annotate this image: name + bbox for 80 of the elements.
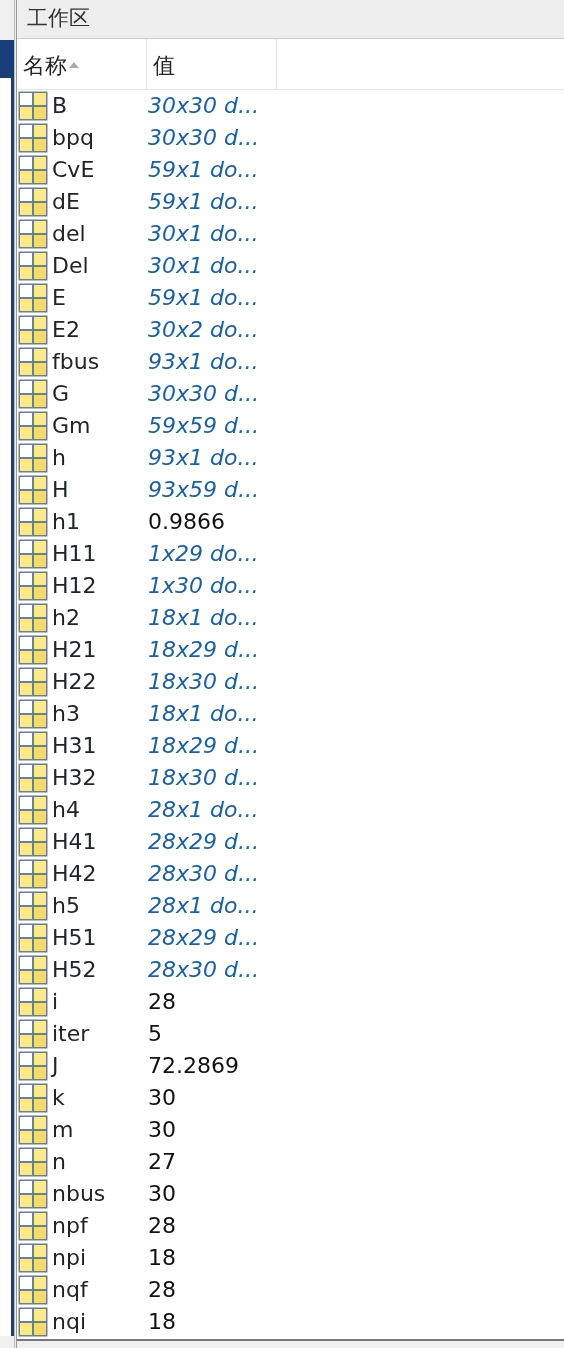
variable-value: 30x1 do...	[148, 223, 259, 245]
variable-value: 93x1 do...	[148, 447, 259, 469]
variable-value: 0.9866	[148, 511, 225, 533]
variable-name[interactable]: h1	[52, 511, 148, 533]
variable-name[interactable]: npi	[52, 1247, 148, 1269]
variable-name[interactable]: H51	[52, 927, 148, 949]
variable-value: 18x30 d...	[148, 767, 259, 789]
variable-name[interactable]: bpq	[52, 127, 148, 149]
variable-value: 30x30 d...	[148, 95, 259, 117]
variable-value: 18x29 d...	[148, 735, 259, 757]
variable-name[interactable]: E	[52, 287, 148, 309]
variable-name[interactable]: H22	[52, 671, 148, 693]
variable-value: 28x30 d...	[148, 959, 259, 981]
variable-name[interactable]: h4	[52, 799, 148, 821]
variable-name[interactable]: H11	[52, 543, 148, 565]
variable-name[interactable]: h5	[52, 895, 148, 917]
variable-value: 5	[148, 1023, 162, 1045]
variable-name[interactable]: G	[52, 383, 148, 405]
variable-value: 93x1 do...	[148, 351, 259, 373]
variable-value: 1x30 do...	[148, 575, 259, 597]
variable-value: 72.2869	[148, 1055, 239, 1077]
variable-name[interactable]: m	[52, 1119, 148, 1141]
variable-name[interactable]: iter	[52, 1023, 148, 1045]
variable-value: 18x1 do...	[148, 703, 259, 725]
variable-value: 30x2 do...	[148, 319, 259, 341]
variable-value: 28x30 d...	[148, 863, 259, 885]
variable-value: 28x1 do...	[148, 799, 259, 821]
variable-name[interactable]: n	[52, 1151, 148, 1173]
variable-name[interactable]: h	[52, 447, 148, 469]
column-header[interactable]: 名称	[23, 49, 67, 82]
variable-name[interactable]: H42	[52, 863, 148, 885]
variable-value: 28x1 do...	[148, 895, 259, 917]
variable-name[interactable]: H41	[52, 831, 148, 853]
variable-name[interactable]: dE	[52, 191, 148, 213]
variable-name[interactable]: del	[52, 223, 148, 245]
variable-value: 59x1 do...	[148, 191, 259, 213]
variable-name[interactable]: B	[52, 95, 148, 117]
variable-value: 1x29 do...	[148, 543, 259, 565]
variable-value: 30	[148, 1087, 176, 1109]
variable-name[interactable]: i	[52, 991, 148, 1013]
variable-value: 59x1 do...	[148, 287, 259, 309]
variable-value: 28x29 d...	[148, 831, 259, 853]
variable-name[interactable]: H12	[52, 575, 148, 597]
variable-value: 30x1 do...	[148, 255, 259, 277]
variable-value: 18x1 do...	[148, 607, 259, 629]
variable-name[interactable]: k	[52, 1087, 148, 1109]
variable-value: 30	[148, 1119, 176, 1141]
variable-name[interactable]: nqf	[52, 1279, 148, 1301]
column-header[interactable]: 值	[153, 49, 175, 82]
variable-value: 30x30 d...	[148, 383, 259, 405]
variable-value: 28	[148, 991, 176, 1013]
variable-name[interactable]: nqi	[52, 1311, 148, 1333]
variable-value: 28	[148, 1279, 176, 1301]
variable-value: 59x59 d...	[148, 415, 259, 437]
variable-value: 18x30 d...	[148, 671, 259, 693]
variable-value: 18x29 d...	[148, 639, 259, 661]
variable-value: 18	[148, 1311, 176, 1333]
variable-name[interactable]: CvE	[52, 159, 148, 181]
variable-name[interactable]: fbus	[52, 351, 148, 373]
variable-name[interactable]: Del	[52, 255, 148, 277]
variable-name[interactable]: Gm	[52, 415, 148, 437]
variable-name[interactable]: H	[52, 479, 148, 501]
variable-name[interactable]: J	[52, 1055, 148, 1077]
variable-name[interactable]: E2	[52, 319, 148, 341]
variable-name[interactable]: h2	[52, 607, 148, 629]
variable-name[interactable]: H21	[52, 639, 148, 661]
variable-name[interactable]: h3	[52, 703, 148, 725]
variable-name[interactable]: H31	[52, 735, 148, 757]
variable-value: 59x1 do...	[148, 159, 259, 181]
variable-name[interactable]: H52	[52, 959, 148, 981]
variable-value: 28x29 d...	[148, 927, 259, 949]
variable-value: 30	[148, 1183, 176, 1205]
variable-value: 30x30 d...	[148, 127, 259, 149]
variable-value: 27	[148, 1151, 176, 1173]
variable-value: 28	[148, 1215, 176, 1237]
variable-name[interactable]: npf	[52, 1215, 148, 1237]
variable-value: 18	[148, 1247, 176, 1269]
variable-name[interactable]: nbus	[52, 1183, 148, 1205]
variable-name[interactable]: H32	[52, 767, 148, 789]
variable-value: 93x59 d...	[148, 479, 259, 501]
